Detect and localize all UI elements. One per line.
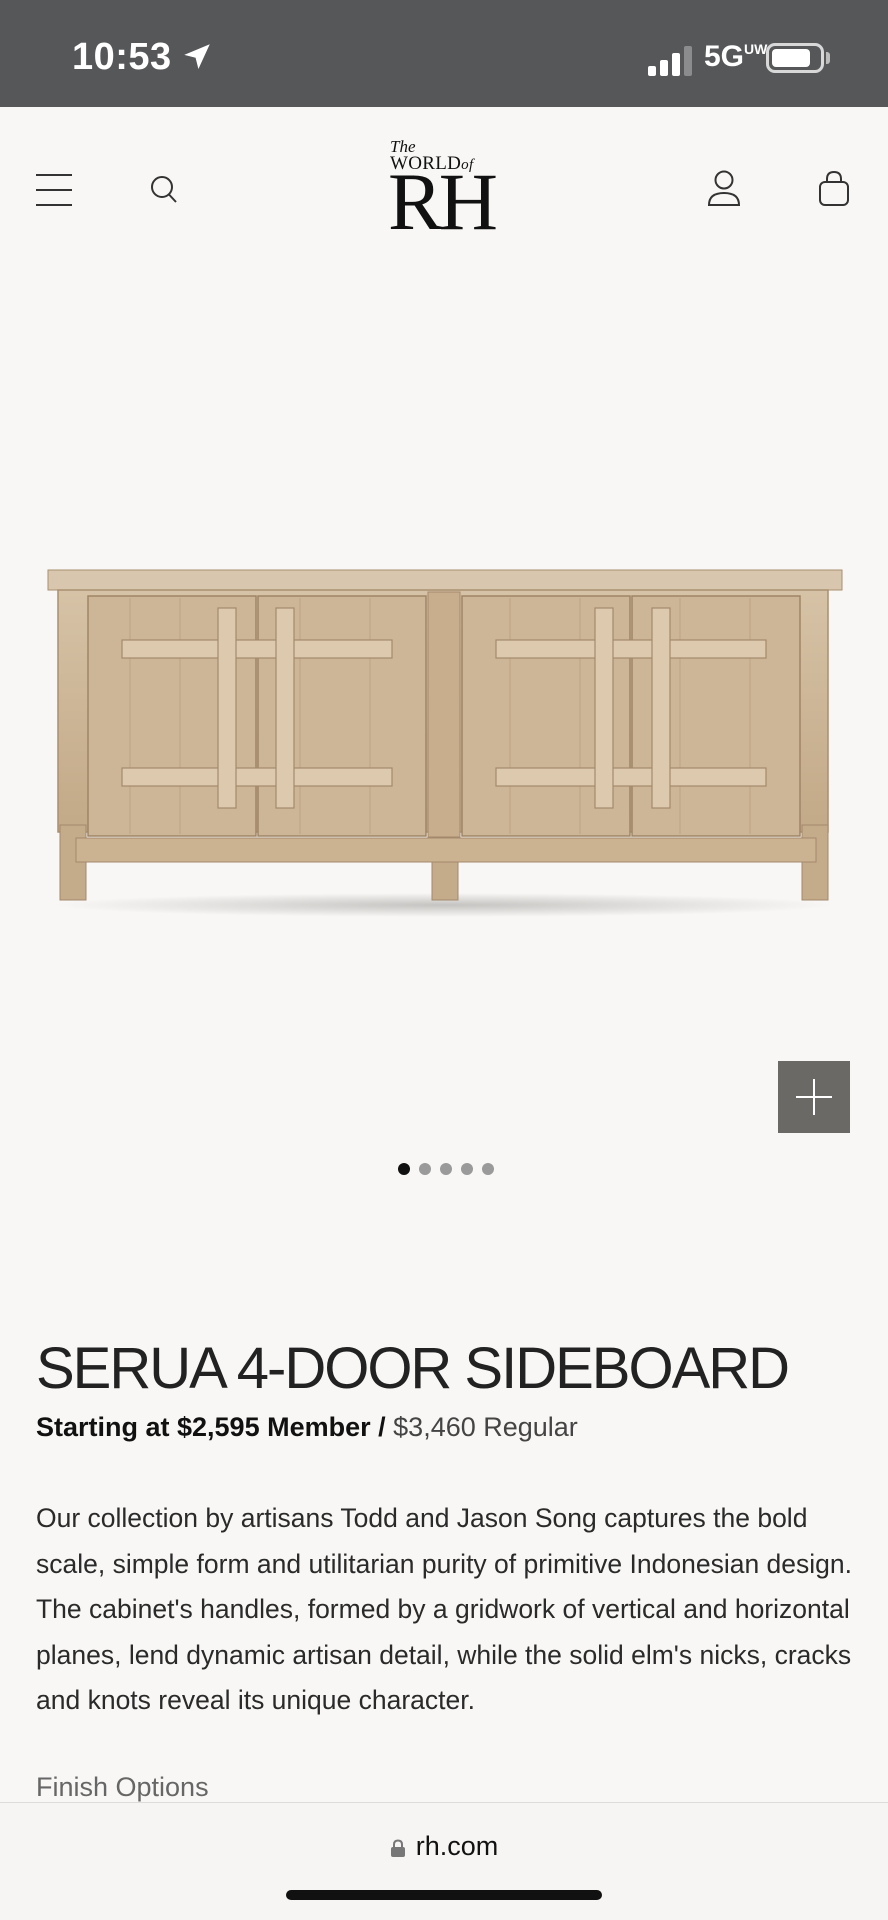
battery-icon — [766, 43, 824, 73]
hamburger-menu-icon[interactable] — [36, 170, 72, 210]
url-display[interactable]: rh.com — [0, 1831, 888, 1862]
pager-dot-5[interactable] — [482, 1163, 494, 1175]
site-header: The WORLDof RH — [0, 107, 888, 267]
browser-address-bar[interactable]: rh.com — [0, 1802, 888, 1920]
status-time: 10:53 — [72, 36, 172, 78]
regular-price: $3,460 Regular — [393, 1412, 578, 1442]
product-price: Starting at $2,595 Member / $3,460 Regul… — [36, 1412, 578, 1443]
shopping-bag-icon[interactable] — [816, 169, 852, 209]
product-image-sideboard[interactable] — [40, 560, 848, 920]
lock-icon — [390, 1839, 405, 1857]
product-description: Our collection by artisans Todd and Jaso… — [36, 1503, 853, 1715]
pager-dot-1[interactable] — [398, 1163, 410, 1175]
home-indicator[interactable] — [286, 1890, 602, 1900]
product-title: SERUA 4-DOOR SIDEBOARD — [36, 1336, 790, 1401]
logo-rh: RH — [388, 156, 498, 247]
rh-logo[interactable]: The WORLDof RH — [384, 131, 504, 251]
url-text: rh.com — [415, 1831, 499, 1861]
pager-dot-3[interactable] — [440, 1163, 452, 1175]
pager-dot-2[interactable] — [419, 1163, 431, 1175]
network-type: 5GUW — [704, 40, 768, 73]
image-pager — [398, 1163, 494, 1175]
location-arrow-icon — [184, 44, 210, 70]
pager-dot-4[interactable] — [461, 1163, 473, 1175]
account-icon[interactable] — [706, 169, 742, 209]
finish-options-label[interactable]: Finish Options — [36, 1772, 209, 1803]
battery-tip — [826, 52, 830, 64]
zoom-plus-button[interactable] — [778, 1061, 850, 1133]
status-bar: 10:53 5GUW — [0, 0, 888, 107]
search-icon[interactable] — [150, 175, 178, 205]
cellular-signal-icon — [648, 46, 692, 76]
member-price: Starting at $2,595 Member / — [36, 1412, 386, 1442]
